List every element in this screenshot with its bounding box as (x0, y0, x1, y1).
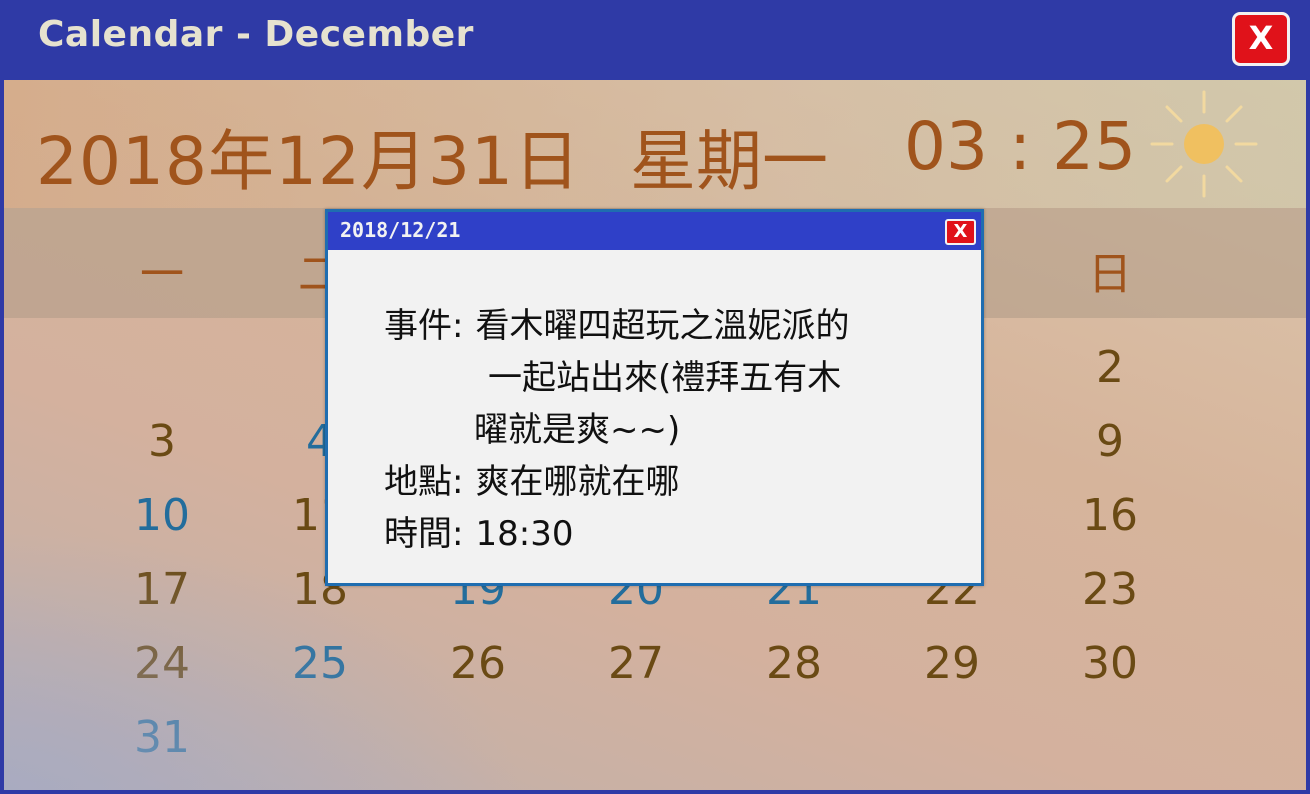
location-label: 地點: (384, 462, 464, 502)
calendar-window: Calendar - December X 2018年12月31日 星期一 03… (0, 0, 1310, 794)
day-cell[interactable]: 17 (117, 564, 207, 615)
event-row: 事件: 看木曜四超玩之溫妮派的 (384, 300, 954, 352)
popup-title-bar[interactable]: 2018/12/21 X (328, 212, 981, 250)
current-date: 2018年12月31日 (36, 123, 581, 200)
time-label: 時間: (384, 514, 464, 554)
day-cell[interactable]: 30 (1065, 638, 1155, 689)
day-cell[interactable]: 9 (1065, 416, 1155, 467)
weekday-sun: 日 (1088, 249, 1132, 300)
location-row: 地點: 爽在哪就在哪 (384, 456, 954, 508)
day-cell[interactable]: 29 (907, 638, 997, 689)
sun-icon (1150, 90, 1258, 198)
popup-title: 2018/12/21 (340, 218, 461, 242)
close-button[interactable]: X (1232, 12, 1290, 66)
day-cell[interactable]: 16 (1065, 490, 1155, 541)
popup-close-button[interactable]: X (945, 219, 976, 245)
event-details: 事件: 看木曜四超玩之溫妮派的 一起站出來(禮拜五有木 曜就是爽~~) 地點: … (384, 300, 954, 560)
window-title: Calendar - December (38, 14, 474, 55)
day-cell[interactable]: 31 (117, 712, 207, 763)
day-cell[interactable]: 24 (117, 638, 207, 689)
location-value: 爽在哪就在哪 (475, 462, 680, 502)
day-cell[interactable]: 28 (749, 638, 839, 689)
event-popup: 2018/12/21 X 事件: 看木曜四超玩之溫妮派的 一起站出來(禮拜五有木… (325, 209, 984, 586)
day-cell[interactable]: 26 (433, 638, 523, 689)
day-cell[interactable]: 10 (117, 490, 207, 541)
time-value: 18:30 (475, 514, 574, 554)
title-bar[interactable]: Calendar - December X (0, 0, 1310, 80)
event-value-line3: 曜就是爽~~) (474, 410, 681, 450)
time-row: 時間: 18:30 (384, 508, 954, 560)
date-header: 2018年12月31日 星期一 03 : 25 (4, 80, 1306, 208)
day-cell[interactable]: 25 (275, 638, 365, 689)
current-weekday: 星期一 (630, 123, 828, 200)
current-time: 03 : 25 (904, 108, 1137, 185)
event-value-line1: 看木曜四超玩之溫妮派的 (475, 306, 850, 346)
event-value-line2: 一起站出來(禮拜五有木 (488, 358, 842, 398)
day-cell[interactable]: 27 (591, 638, 681, 689)
event-label: 事件: (384, 306, 464, 346)
day-cell[interactable]: 3 (117, 416, 207, 467)
weekday-mon: 一 (140, 249, 184, 300)
day-cell[interactable]: 23 (1065, 564, 1155, 615)
day-cell[interactable]: 2 (1065, 342, 1155, 393)
